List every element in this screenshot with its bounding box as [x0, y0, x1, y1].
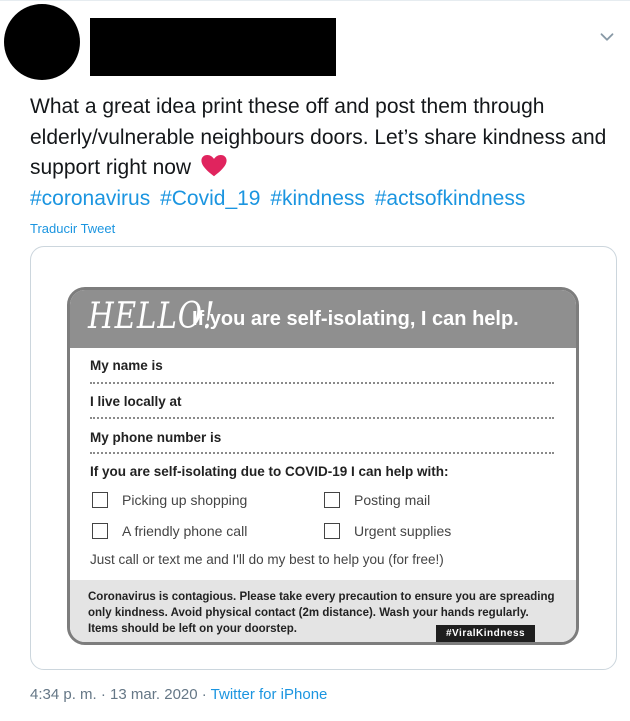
hashtag-list: #coronavirus #Covid_19 #kindness #actsof…: [30, 187, 529, 210]
hashtag-covid19[interactable]: #Covid_19: [160, 187, 260, 210]
hashtag-coronavirus[interactable]: #coronavirus: [30, 187, 150, 210]
chevron-down-icon[interactable]: [596, 26, 618, 48]
field-name: My name is: [90, 358, 163, 373]
tweet-image[interactable]: HELLO! If you are self-isolating, I can …: [30, 246, 617, 670]
checkbox-icon: [324, 523, 340, 539]
option-label: Posting mail: [354, 492, 431, 508]
tweet-body: What a great idea print these off and po…: [30, 95, 607, 179]
heart-icon: [201, 155, 227, 177]
avatar[interactable]: [4, 4, 80, 80]
help-line: If you are self-isolating due to COVID-1…: [90, 464, 449, 479]
timestamp[interactable]: 4:34 p. m. · 13 mar. 2020: [30, 686, 198, 703]
viral-kindness-badge: #ViralKindness: [436, 625, 536, 642]
flyer-header-text: If you are self-isolating, I can help.: [192, 308, 519, 330]
hashtag-kindness[interactable]: #kindness: [270, 187, 365, 210]
field-address: I live locally at: [90, 394, 182, 409]
translate-tweet-link[interactable]: Traducir Tweet: [30, 221, 115, 236]
hashtag-actsofkindness[interactable]: #actsofkindness: [375, 187, 526, 210]
option-phone-call: A friendly phone call: [92, 523, 247, 539]
dotted-line: [90, 382, 554, 384]
dotted-line: [90, 452, 554, 454]
redacted-username[interactable]: [90, 18, 336, 76]
option-supplies: Urgent supplies: [324, 523, 451, 539]
option-mail: Posting mail: [324, 492, 430, 508]
top-divider: [0, 0, 630, 1]
tweet-text: What a great idea print these off and po…: [30, 92, 610, 214]
flyer: HELLO! If you are self-isolating, I can …: [67, 287, 579, 645]
tweet-meta: 4:34 p. m. · 13 mar. 2020 · Twitter for …: [30, 686, 327, 703]
meta-separator: ·: [197, 686, 211, 703]
dotted-line: [90, 417, 554, 419]
checkbox-icon: [92, 523, 108, 539]
option-label: Picking up shopping: [122, 492, 248, 508]
tweet-source-link[interactable]: Twitter for iPhone: [211, 686, 328, 703]
flyer-header: HELLO! If you are self-isolating, I can …: [70, 290, 576, 348]
just-call-text: Just call or text me and I'll do my best…: [90, 552, 444, 567]
field-phone: My phone number is: [90, 430, 222, 445]
option-label: A friendly phone call: [122, 523, 248, 539]
checkbox-icon: [324, 492, 340, 508]
checkbox-icon: [92, 492, 108, 508]
option-shopping: Picking up shopping: [92, 492, 247, 508]
option-label: Urgent supplies: [354, 523, 452, 539]
flyer-footer: Coronavirus is contagious. Please take e…: [70, 580, 576, 642]
